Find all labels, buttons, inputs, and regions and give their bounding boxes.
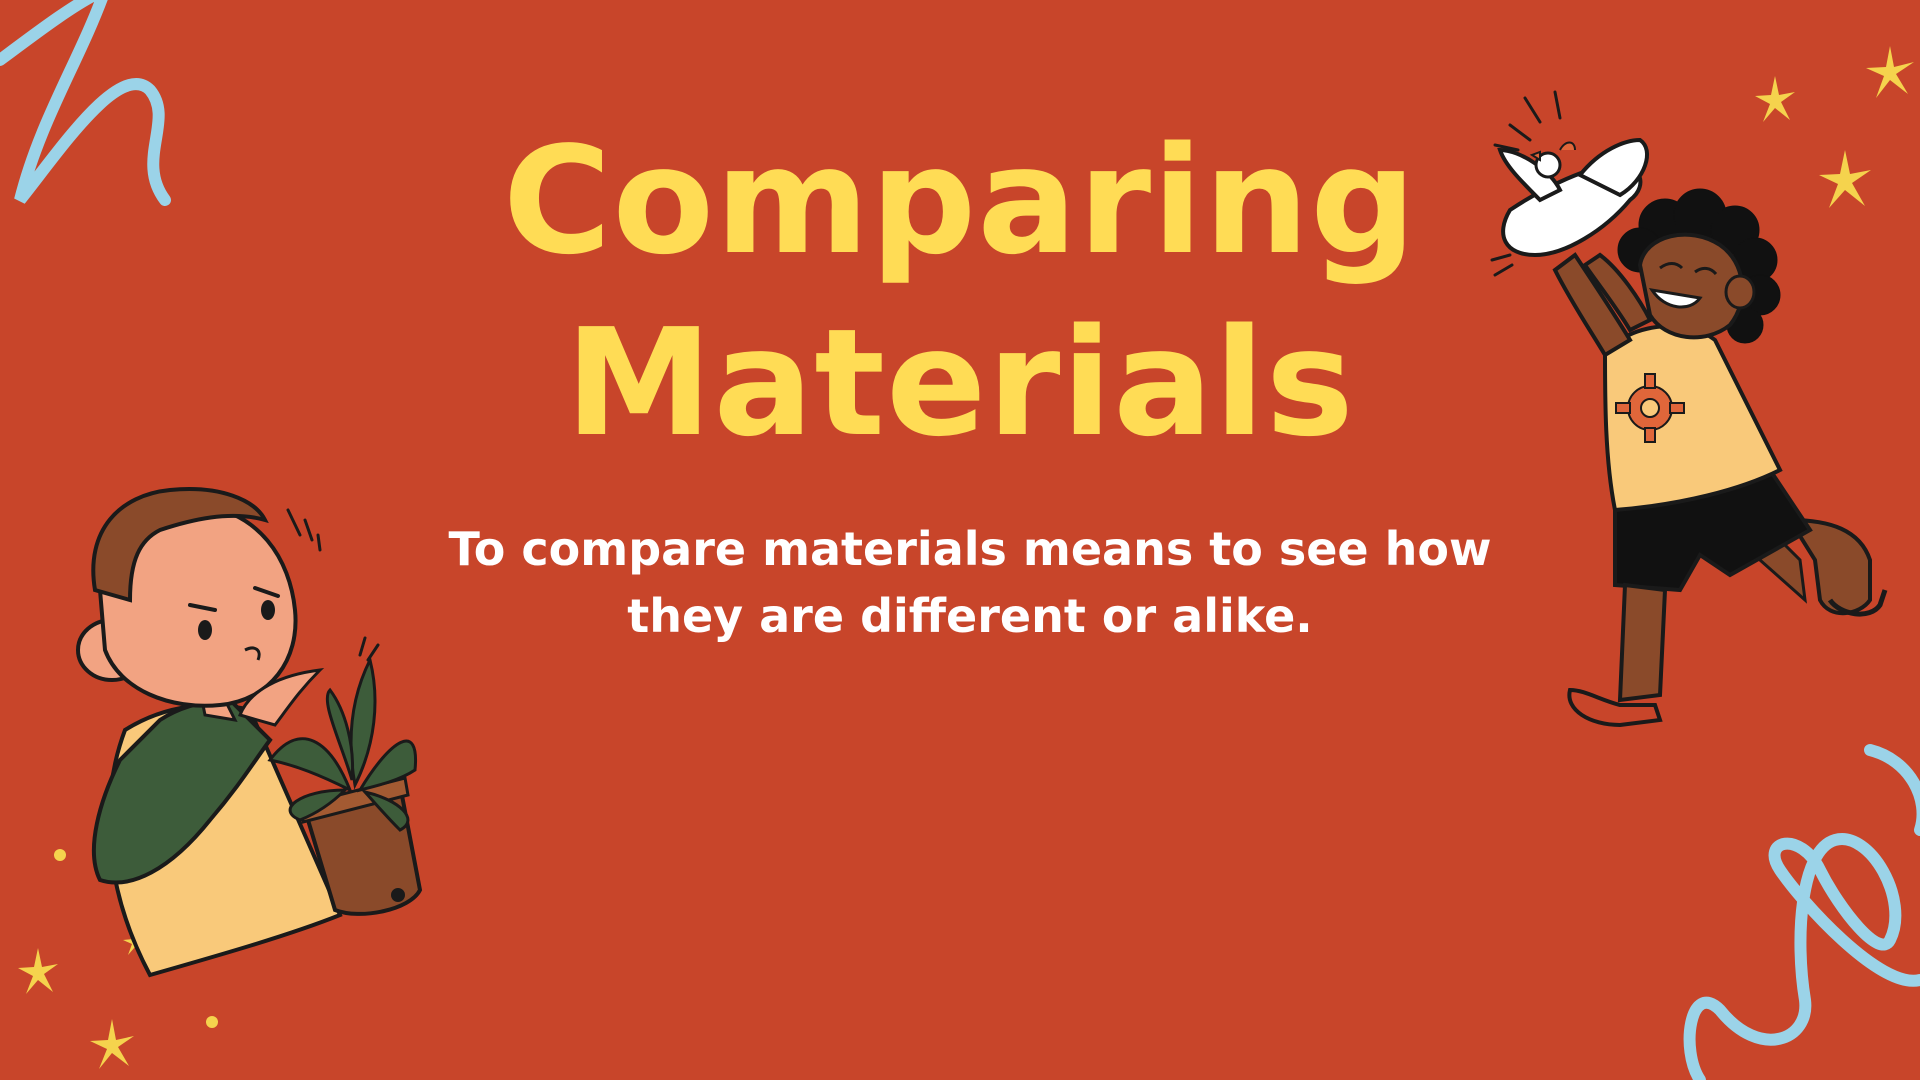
title-line-2: Materials [565,297,1355,469]
sparkle-star-icon [1755,76,1795,122]
title-line-1: Comparing [502,115,1418,287]
slide-subtitle: To compare materials means to see how th… [448,522,1492,643]
sparkle-star-icon [18,948,58,994]
sparkle-star-icon [1819,150,1871,208]
sparkle-star-icon [1866,46,1914,98]
boy-with-plant-illustration [76,487,423,978]
sparkle-dot-icon [206,1016,218,1028]
slide: Comparing Materials To compare materials… [0,0,1920,1080]
slide-title: Comparing Materials [360,110,1560,474]
sparkle-star-icon [90,1019,134,1069]
sparkle-dot-icon [54,849,66,861]
blue-squiggle-icon [0,0,171,206]
blue-squiggle-icon [1683,744,1920,1080]
